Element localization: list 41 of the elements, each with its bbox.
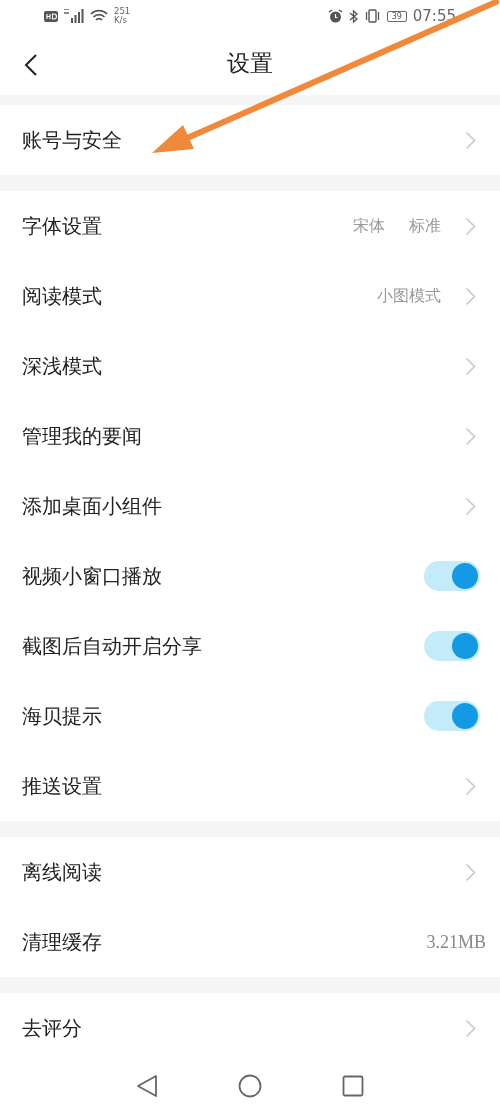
setting-label[interactable]: 添加桌面小组件 [22,492,162,520]
setting-label[interactable]: 清理缓存 [22,928,102,956]
hd-icon [44,10,58,22]
back-nav-button[interactable] [136,1074,158,1098]
cache-size: 3.21MB [426,931,486,953]
setting-value: 小图模式 [377,285,441,307]
setting-label[interactable]: 视频小窗口播放 [22,562,162,590]
chevron-icon [465,862,476,882]
alarm-icon [327,8,343,24]
chevron-icon [465,1018,476,1038]
chevron-icon [465,356,476,376]
chevron-icon [465,286,476,306]
battery-icon: 39 [386,10,407,22]
network-speed: 251 K/s [114,7,131,25]
chevron-icon [465,496,476,516]
setting-label[interactable]: 去评分 [22,1014,82,1042]
wifi-icon [90,9,108,23]
chevron-icon [465,216,476,236]
setting-value: 宋体 [353,215,385,237]
vibrate-icon [363,9,381,23]
setting-value: 标准 [409,215,441,237]
setting-label[interactable]: 管理我的要闻 [22,422,142,450]
setting-label[interactable]: 截图后自动开启分享 [22,632,202,660]
recents-nav-button[interactable] [342,1075,364,1097]
page-title: 设置 [227,49,273,78]
setting-label[interactable]: 离线阅读 [22,858,102,886]
setting-label[interactable]: 账号与安全 [22,126,122,154]
toggle-switch[interactable] [424,631,480,661]
bluetooth-icon [348,8,358,24]
chevron-icon [465,130,476,150]
setting-label[interactable]: 阅读模式 [22,282,102,310]
setting-label[interactable]: 海贝提示 [22,702,102,730]
signal-icon [64,9,84,23]
chevron-icon [465,776,476,796]
setting-label[interactable]: 字体设置 [22,212,102,240]
chevron-icon [465,426,476,446]
setting-label[interactable]: 深浅模式 [22,352,102,380]
toggle-switch[interactable] [424,561,480,591]
toggle-switch[interactable] [424,701,480,731]
home-nav-button[interactable] [238,1074,262,1098]
setting-label[interactable]: 推送设置 [22,772,102,800]
